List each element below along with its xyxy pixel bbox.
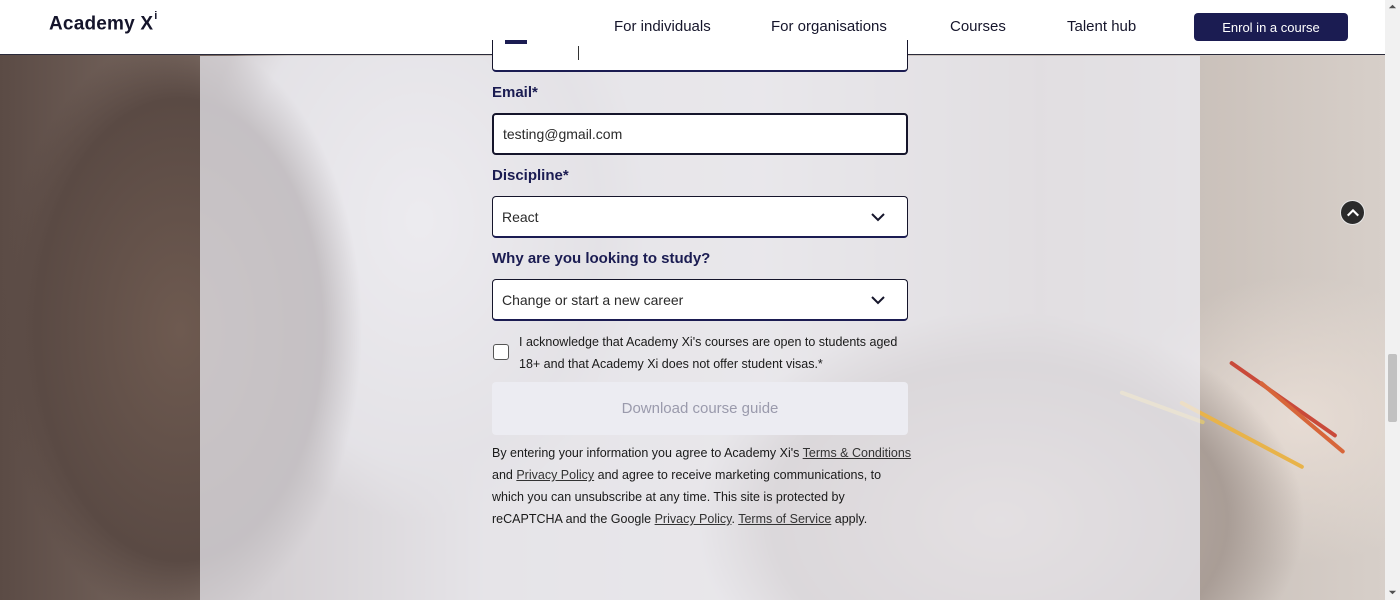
acknowledge-checkbox[interactable] xyxy=(493,344,509,360)
legal-text: apply. xyxy=(831,512,868,526)
scrollbar-thumb[interactable] xyxy=(1388,354,1397,422)
scroll-up-arrow-icon[interactable] xyxy=(1388,2,1397,11)
study-reason-label: Why are you looking to study? xyxy=(492,250,711,267)
nav-for-individuals[interactable]: For individuals xyxy=(614,18,711,35)
page-scrollbar[interactable] xyxy=(1385,0,1400,600)
discipline-select[interactable]: React xyxy=(492,196,908,238)
download-course-guide-button[interactable]: Download course guide xyxy=(492,382,908,435)
legal-text: By entering your information you agree t… xyxy=(492,446,803,460)
email-label: Email* xyxy=(492,84,538,101)
scroll-to-top-button[interactable] xyxy=(1340,200,1365,225)
legal-text: and xyxy=(492,468,517,482)
google-privacy-policy-link[interactable]: Privacy Policy xyxy=(655,512,732,526)
enrol-in-course-button[interactable]: Enrol in a course xyxy=(1194,13,1348,41)
academy-xi-logo[interactable]: Academy Xi xyxy=(49,10,158,35)
discipline-label: Discipline* xyxy=(492,167,569,184)
nav-talent-hub[interactable]: Talent hub xyxy=(1067,18,1136,35)
phone-field[interactable] xyxy=(492,40,908,72)
nav-for-organisations[interactable]: For organisations xyxy=(771,18,887,35)
privacy-policy-link[interactable]: Privacy Policy xyxy=(516,468,594,482)
nav-courses[interactable]: Courses xyxy=(950,18,1006,35)
legal-notice: By entering your information you agree t… xyxy=(492,442,912,530)
study-reason-value: Change or start a new career xyxy=(502,291,684,308)
scroll-down-arrow-icon[interactable] xyxy=(1388,588,1397,597)
terms-of-service-link[interactable]: Terms of Service xyxy=(738,512,831,526)
discipline-value: React xyxy=(502,208,539,225)
study-reason-select[interactable]: Change or start a new career xyxy=(492,279,908,321)
email-field[interactable]: testing@gmail.com xyxy=(492,113,908,155)
email-value: testing@gmail.com xyxy=(503,126,623,142)
terms-conditions-link[interactable]: Terms & Conditions xyxy=(803,446,911,460)
acknowledge-text: I acknowledge that Academy Xi's courses … xyxy=(519,335,898,371)
country-flag-icon[interactable] xyxy=(505,40,527,44)
text-cursor xyxy=(578,46,579,60)
chevron-down-icon xyxy=(871,212,885,221)
chevron-down-icon xyxy=(871,295,885,304)
chevron-up-icon xyxy=(1346,208,1359,216)
